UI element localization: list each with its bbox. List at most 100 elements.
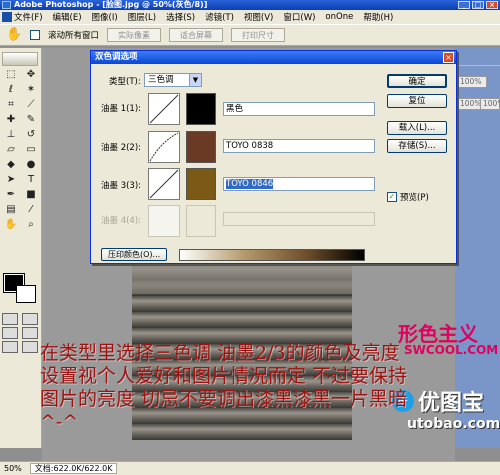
crop-tool-icon[interactable]: ⌗ [2,98,20,112]
move-tool-icon[interactable]: ✥ [22,68,40,82]
watermark-swcool-url: SWCOOL.COM [404,343,499,357]
curve-icon [149,169,179,199]
menu-edit[interactable]: 编辑(E) [53,11,82,23]
screen-mode-2-button[interactable] [22,327,38,339]
dialog-title: 双色调选项 [91,51,456,64]
menu-select[interactable]: 选择(S) [166,11,195,23]
ink-4-curve [148,205,180,237]
brush-tool-icon[interactable]: ✎ [22,113,40,127]
eraser-tool-icon[interactable]: ▱ [2,143,20,157]
tutorial-annotation: 在类型里选择三色调 油墨2/3的颜色及亮度设置视个人爱好和图片情况而定 不过要保… [40,342,408,433]
ink-2-label: 油墨 2(2): [101,143,142,153]
app-icon [2,12,12,22]
marquee-tool-icon[interactable]: ⬚ [2,68,20,82]
hand-tool-box-icon[interactable]: ✋ [2,218,20,232]
load-button[interactable]: 载入(L)... [387,121,447,135]
photoshop-logo-icon [2,1,11,9]
minimize-button[interactable]: _ [458,1,470,9]
reset-button[interactable]: 复位 [387,94,447,108]
toolbox-header [2,52,38,66]
curve-icon [149,94,179,124]
duotone-options-dialog: 双色调选项 × 类型(T): 三色调 ▼ 油墨 1(1): 黑色 油墨 2(2)… [90,50,457,264]
preview-checkbox[interactable]: ✓ [387,192,397,202]
preview-option[interactable]: ✓ 预览(P) [387,191,429,203]
watermark-utobao-name: 优图宝 [418,391,485,416]
maximize-button[interactable]: □ [472,1,484,9]
ink-3-swatch[interactable] [186,168,216,200]
title-bar: Adobe Photoshop - [脸图.jpg @ 50%(灰色/8)] _… [0,0,500,10]
actual-pixels-button[interactable]: 实际像素 [107,28,162,42]
ink-1-label: 油墨 1(1): [101,104,142,114]
zoom-tool-icon[interactable]: ⌕ [22,218,40,232]
watermark-utobao-url: utobao.com [407,416,500,432]
ink-3-name: TOYO 0846 [226,179,274,189]
notes-tool-icon[interactable]: ▤ [2,203,20,217]
standard-mode-button[interactable] [2,313,18,325]
jump-to-imageready-button[interactable] [22,341,38,353]
menu-view[interactable]: 视图(V) [244,11,273,23]
eyedropper-icon[interactable]: ⁄ [22,203,40,217]
menu-file[interactable]: 文件(F) [14,11,43,23]
type-select[interactable]: 三色调 ▼ [144,73,202,87]
menu-layer[interactable]: 图层(L) [128,11,156,23]
dodge-tool-icon[interactable]: ● [22,158,40,172]
ink-1-name: 黑色 [226,104,244,114]
pen-tool-icon[interactable]: ✒ [2,188,20,202]
gradient-tool-icon[interactable]: ▭ [22,143,40,157]
menu-help[interactable]: 帮助(H) [363,11,393,23]
screen-mode-1-button[interactable] [2,327,18,339]
blur-tool-icon[interactable]: ◆ [2,158,20,172]
print-size-button[interactable]: 打印尺寸 [231,28,286,42]
close-button[interactable]: × [486,1,498,9]
zoom-field[interactable]: 100% [480,98,500,110]
zoom-field[interactable]: 100% [457,76,487,88]
lasso-tool-icon[interactable]: ℓ [2,83,20,97]
chevron-down-icon: ▼ [189,74,201,86]
curve-icon [149,132,179,162]
type-tool-icon[interactable]: T [22,173,40,187]
status-doc-size: 文档:622.0K/622.0K [29,463,118,474]
background-color[interactable] [16,285,36,303]
ink-2-curve[interactable] [148,131,180,163]
slice-tool-icon[interactable]: ⟋ [22,98,40,112]
menu-filter[interactable]: 滤镜(T) [205,11,234,23]
clone-stamp-icon[interactable]: ⊥ [2,128,20,142]
preview-label: 预览(P) [400,193,429,203]
quickmask-mode-button[interactable] [22,313,38,325]
dialog-close-icon[interactable]: × [443,52,454,63]
overprint-colors-button[interactable]: 压印颜色(O)... [101,248,168,261]
healing-brush-icon[interactable]: ✚ [2,113,20,127]
palette-row [455,48,500,66]
ink-3-name-field[interactable]: TOYO 0846 [223,177,375,191]
toolbox: ⬚ ✥ ℓ ✶ ⌗ ⟋ ✚ ✎ ⊥ ↺ ▱ ▭ ◆ ● ➤ T ✒ ■ ▤ ⁄ … [0,48,42,448]
ok-button[interactable]: 确定 [387,74,447,88]
tone-gradient-bar [179,249,365,261]
save-button[interactable]: 存储(S)... [387,139,447,153]
menu-bar: 文件(F) 编辑(E) 图像(I) 图层(L) 选择(S) 滤镜(T) 视图(V… [0,10,500,24]
color-swatches [3,273,38,304]
ink-2-swatch[interactable] [186,131,216,163]
hand-tool-icon[interactable]: ✋ [6,27,22,43]
history-brush-icon[interactable]: ↺ [22,128,40,142]
scroll-all-checkbox[interactable] [30,30,40,40]
ink-1-curve[interactable] [148,93,180,125]
ink-4-swatch [186,205,216,237]
status-zoom[interactable]: 50% [4,464,22,473]
type-select-value: 三色调 [148,75,174,85]
shape-tool-icon[interactable]: ■ [22,188,40,202]
type-label: 类型(T): [109,77,141,87]
menu-window[interactable]: 窗口(W) [283,11,315,23]
screen-mode-3-button[interactable] [2,341,18,353]
ink-2-name-field[interactable]: TOYO 0838 [223,139,375,153]
ink-1-swatch[interactable] [186,93,216,125]
menu-onone[interactable]: onOne [325,12,353,22]
ink-4-label: 油墨 4(4): [101,216,142,226]
magic-wand-icon[interactable]: ✶ [22,83,40,97]
menu-image[interactable]: 图像(I) [92,11,118,23]
path-select-icon[interactable]: ➤ [2,173,20,187]
scroll-all-label: 滚动所有窗口 [48,31,100,41]
ink-1-name-field[interactable]: 黑色 [223,102,375,116]
fit-screen-button[interactable]: 适合屏幕 [169,28,224,42]
ink-4-name-field [223,212,375,226]
ink-3-curve[interactable] [148,168,180,200]
